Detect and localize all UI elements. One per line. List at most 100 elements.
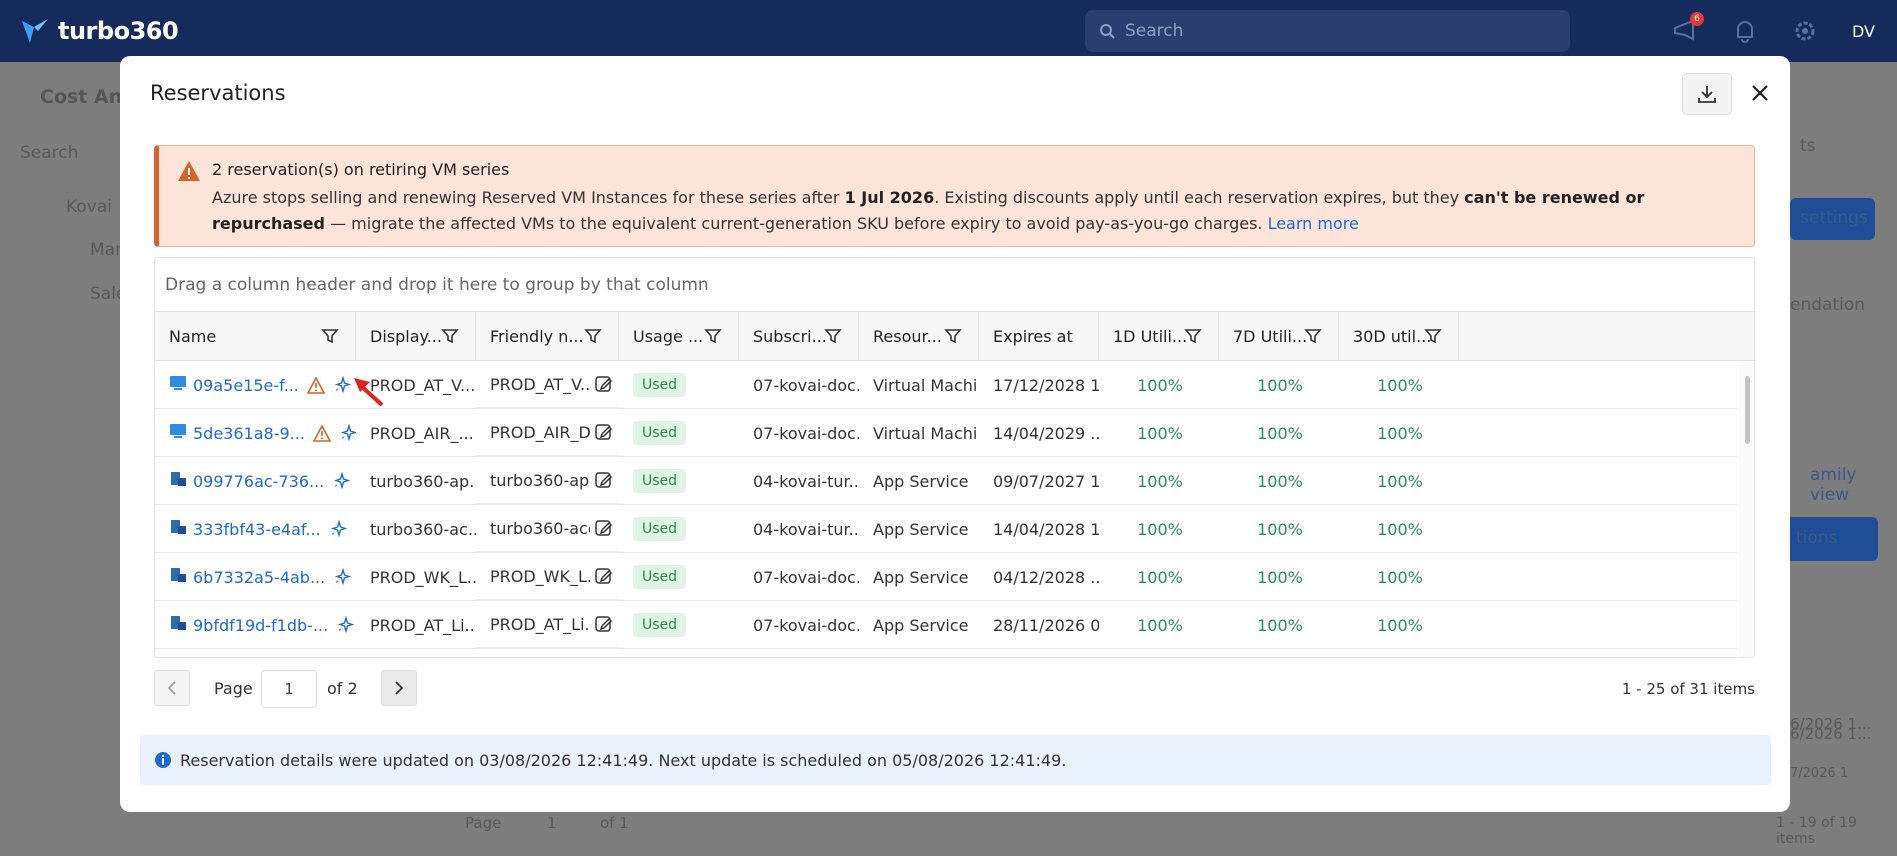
notifications-button[interactable] (1732, 18, 1758, 44)
sparkle-icon[interactable] (329, 520, 347, 538)
utilization-value: 100% (1377, 471, 1423, 491)
reservations-grid: Drag a column header and drop it here to… (154, 257, 1755, 658)
bell-icon (1737, 21, 1754, 43)
filter-icon[interactable] (824, 327, 842, 349)
table-row[interactable]: 5de361a8-9... PROD_AIR_... PROD_AIR_D...… (155, 409, 1737, 457)
resource-type-cell: App Service (873, 567, 969, 587)
column-header-label: Resour... (873, 327, 942, 346)
filter-icon[interactable] (1184, 327, 1202, 349)
grid-scrollbar-thumb[interactable] (1745, 376, 1750, 444)
resource-type-cell: Virtual Machi... (873, 375, 979, 395)
reservation-name-link[interactable]: 333fbf43-e4af... (193, 520, 321, 539)
table-row[interactable]: 9bfdf19d-f1db-... PROD_AT_Li... PROD_AT_… (155, 601, 1737, 649)
next-page-button[interactable] (381, 670, 417, 706)
sparkle-icon[interactable] (336, 616, 355, 634)
pointer-arrow-icon (354, 378, 384, 407)
background-right-label: endation (1790, 295, 1866, 315)
display-name-cell: turbo360-ac... (370, 519, 476, 539)
settings-button[interactable] (1792, 18, 1818, 44)
subscription-cell: 07-kovai-doc... (753, 375, 859, 395)
filter-icon[interactable] (944, 327, 962, 349)
friendly-name-cell: PROD_AIR_D... (476, 409, 619, 457)
column-header[interactable]: 30D util... (1339, 312, 1459, 361)
utilization-7d-cell: 100% (1219, 601, 1339, 649)
reservation-name-link[interactable]: 099776ac-736... (193, 472, 324, 491)
utilization-1d-cell: 100% (1099, 553, 1219, 601)
column-header[interactable]: Resour... (859, 312, 979, 361)
user-avatar[interactable]: DV (1852, 22, 1875, 41)
announcement-button[interactable]: 6 (1672, 12, 1705, 44)
close-button[interactable] (1745, 78, 1775, 108)
utilization-value: 100% (1257, 567, 1303, 587)
reservation-name-link[interactable]: 5de361a8-9... (193, 424, 305, 443)
edit-icon[interactable] (594, 518, 614, 538)
background-pager-label: Page (465, 814, 502, 832)
utilization-value: 100% (1137, 471, 1183, 491)
retiring-warning-icon[interactable] (312, 424, 331, 442)
usage-cell: Used (619, 361, 739, 409)
filter-icon[interactable] (1424, 327, 1442, 349)
column-header[interactable]: 1D Utili... (1099, 312, 1219, 361)
expires-at-cell: 28/11/2026 0... (993, 615, 1099, 635)
app-logo[interactable]: turbo360 (20, 17, 179, 45)
sparkle-icon[interactable] (332, 472, 351, 490)
reservations-modal: Reservations 2 reservation(s) on retirin… (120, 56, 1790, 812)
column-header[interactable]: Name (155, 312, 356, 361)
reservation-name-link[interactable]: 09a5e15e-f... (193, 376, 299, 395)
filter-icon[interactable] (321, 327, 339, 349)
friendly-name-cell: PROD_AT_V... (476, 361, 619, 409)
download-button[interactable] (1682, 73, 1732, 115)
column-header[interactable]: Display... (356, 312, 476, 361)
display-name-cell: turbo360-ap... (370, 471, 476, 491)
table-row[interactable]: 6b7332a5-4ab... PROD_WK_L... PROD_WK_L..… (155, 553, 1737, 601)
virtual-machine-icon (169, 422, 187, 444)
sparkle-icon[interactable] (333, 376, 351, 394)
filter-icon[interactable] (1304, 327, 1322, 349)
retiring-warning-icon[interactable] (306, 376, 325, 394)
usage-cell: Used (619, 553, 739, 601)
expires-at-cell: 14/04/2029 ... (993, 423, 1099, 443)
friendly-name-text: PROD_AT_Li... (490, 614, 590, 634)
friendly-name-text: PROD_AIR_D... (490, 422, 590, 442)
sparkle-icon[interactable] (333, 568, 352, 586)
update-info-text: Reservation details were updated on 03/0… (180, 750, 1067, 770)
column-header[interactable]: 7D Utili... (1219, 312, 1339, 361)
usage-status-badge: Used (633, 469, 687, 493)
utilization-30d-cell: 100% (1339, 601, 1459, 649)
friendly-name-text: turbo360-ap... (490, 470, 590, 490)
table-row[interactable]: 333fbf43-e4af... turbo360-ac... turbo360… (155, 505, 1737, 553)
column-header[interactable]: Usage ... (619, 312, 739, 361)
usage-cell: Used (619, 457, 739, 505)
page-total: of 2 (327, 679, 358, 698)
utilization-value: 100% (1137, 375, 1183, 395)
edit-icon[interactable] (594, 614, 614, 634)
filter-icon[interactable] (441, 327, 459, 349)
column-header[interactable]: Expires at (979, 312, 1099, 361)
group-by-drop-zone[interactable]: Drag a column header and drop it here to… (155, 258, 1754, 312)
utilization-value: 100% (1377, 423, 1423, 443)
global-search[interactable]: Search (1085, 10, 1570, 52)
utilization-1d-cell: 100% (1099, 361, 1219, 409)
friendly-name-cell: PROD_AT_Li... (476, 601, 619, 649)
background-right-label: settings (1800, 208, 1868, 228)
prev-page-button[interactable] (154, 670, 190, 706)
page-number-input[interactable] (261, 670, 317, 708)
reservation-name-link[interactable]: 6b7332a5-4ab... (193, 568, 325, 587)
items-count: 1 - 25 of 31 items (1621, 680, 1755, 698)
edit-icon[interactable] (594, 422, 614, 442)
column-header[interactable]: Friendly n... (476, 312, 619, 361)
edit-icon[interactable] (594, 566, 614, 586)
table-row[interactable]: 09a5e15e-f... PROD_AT_V... PROD_AT_V... … (155, 361, 1737, 409)
learn-more-link[interactable]: Learn more (1268, 214, 1359, 233)
reservation-name-link[interactable]: 9bfdf19d-f1db-... (193, 616, 328, 635)
edit-icon[interactable] (594, 470, 614, 490)
edit-icon[interactable] (594, 374, 614, 394)
filter-icon[interactable] (584, 327, 602, 349)
filter-icon[interactable] (704, 327, 722, 349)
column-header-label: Usage ... (633, 327, 704, 346)
table-row[interactable]: 099776ac-736... turbo360-ap... turbo360-… (155, 457, 1737, 505)
utilization-value: 100% (1137, 567, 1183, 587)
sparkle-icon[interactable] (339, 424, 356, 442)
name-cell: 333fbf43-e4af... (155, 505, 356, 553)
column-header[interactable]: Subscri... (739, 312, 859, 361)
